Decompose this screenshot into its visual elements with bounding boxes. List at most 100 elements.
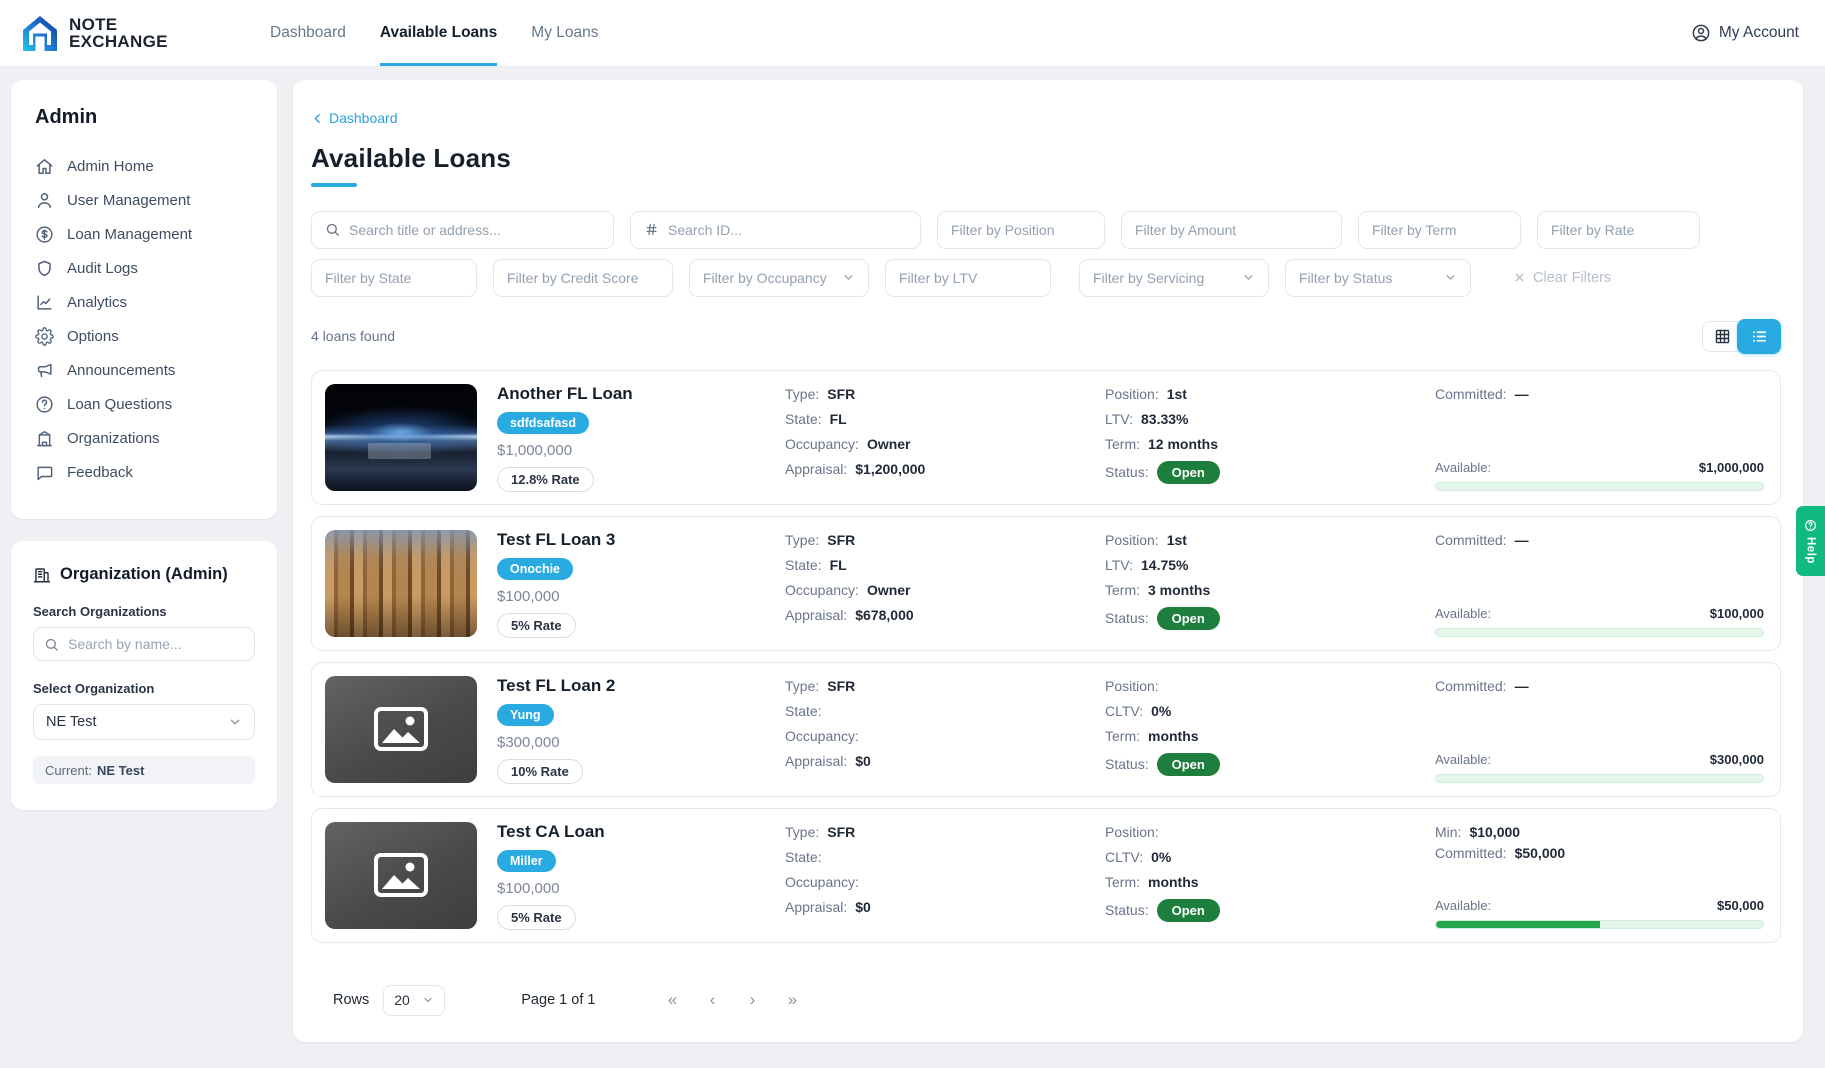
search-id-field[interactable] (630, 211, 921, 249)
nav-tab-available-loans[interactable]: Available Loans (380, 0, 497, 66)
clear-filters-button[interactable]: Clear Filters (1513, 259, 1611, 297)
loan-card[interactable]: Test FL Loan 3 Onochie $100,000 5% Rate … (311, 516, 1781, 651)
organization-search-field[interactable] (33, 627, 255, 661)
chevron-down-icon (422, 994, 434, 1006)
funding-progress-bar (1435, 920, 1764, 929)
grid-icon (1714, 328, 1731, 345)
search-organizations-label: Search Organizations (33, 604, 255, 619)
organization-search-input[interactable] (68, 636, 244, 652)
sidebar-item-audit-logs[interactable]: Audit Logs (35, 251, 253, 285)
loan-card[interactable]: Test CA Loan Miller $100,000 5% Rate Typ… (311, 808, 1781, 943)
loan-field: Committed:— (1435, 532, 1764, 548)
sidebar-item-options[interactable]: Options (35, 319, 253, 353)
loan-field: Occupancy:Owner (785, 436, 1085, 452)
sidebar-item-user-management[interactable]: User Management (35, 183, 253, 217)
loan-details: Type:SFRState:Occupancy:Appraisal:$0 (785, 822, 1085, 929)
available-value: $300,000 (1710, 752, 1764, 767)
loan-card[interactable]: Test FL Loan 2 Yung $300,000 10% Rate Ty… (311, 662, 1781, 797)
filter-credit-score-input[interactable] (507, 270, 659, 286)
first-page-button[interactable]: « (659, 987, 685, 1013)
search-icon (325, 222, 340, 237)
loan-amount: $1,000,000 (497, 442, 572, 459)
sidebar-item-label: Options (67, 328, 119, 345)
available-label: Available: (1435, 752, 1491, 767)
user-circle-icon (1691, 23, 1711, 43)
funding-progress-bar (1435, 628, 1764, 637)
search-title-field[interactable] (311, 211, 614, 249)
funding-progress-fill (1436, 921, 1600, 928)
filter-servicing-select[interactable]: Filter by Servicing (1079, 259, 1269, 297)
filter-rate-field[interactable] (1537, 211, 1700, 249)
brand-logo[interactable]: NOTE EXCHANGE (0, 0, 270, 66)
loan-rate-pill: 10% Rate (497, 759, 583, 784)
loan-terms: Position:CLTV:0%Term:months Status: Open (1105, 676, 1415, 783)
sidebar-item-loan-questions[interactable]: Loan Questions (35, 387, 253, 421)
committed-block: Committed:— (1435, 678, 1764, 699)
search-id-input[interactable] (668, 222, 907, 238)
last-page-button[interactable]: » (779, 987, 805, 1013)
loan-field: State:FL (785, 411, 1085, 427)
filter-ltv-field[interactable] (885, 259, 1051, 297)
filter-rate-input[interactable] (1551, 222, 1686, 238)
filter-state-field[interactable] (311, 259, 477, 297)
next-page-button[interactable]: › (739, 987, 765, 1013)
loan-image (325, 676, 477, 783)
breadcrumb[interactable]: Dashboard (311, 110, 398, 126)
filter-term-field[interactable] (1358, 211, 1521, 249)
nav-tab-dashboard[interactable]: Dashboard (270, 0, 346, 66)
filter-amount-input[interactable] (1135, 222, 1328, 238)
list-view-button[interactable] (1737, 319, 1781, 354)
sidebar-item-label: Loan Management (67, 226, 192, 243)
admin-menu-card: Admin Admin HomeUser Management Loan Mana… (11, 80, 277, 519)
question-circle-icon (35, 395, 54, 414)
previous-page-button[interactable]: ‹ (699, 987, 725, 1013)
home-icon (35, 157, 54, 176)
status-badge: Open (1157, 899, 1220, 922)
organization-select[interactable]: NE Test (33, 704, 255, 740)
loan-rate-pill: 5% Rate (497, 905, 576, 930)
sidebar-item-announcements[interactable]: Announcements (35, 353, 253, 387)
chat-icon (35, 463, 54, 482)
loan-title: Test FL Loan 2 (497, 676, 615, 696)
pager-buttons: « ‹ › » (659, 987, 805, 1013)
my-account-button[interactable]: My Account (1691, 0, 1825, 66)
brand-name: NOTE EXCHANGE (69, 16, 168, 51)
loan-field: Type:SFR (785, 824, 1085, 840)
committed-block: Committed:— (1435, 532, 1764, 553)
sidebar-item-admin-home[interactable]: Admin Home (35, 149, 253, 183)
filter-amount-field[interactable] (1121, 211, 1342, 249)
chevron-down-icon (228, 715, 242, 729)
filter-position-input[interactable] (951, 222, 1091, 238)
rows-per-page-select[interactable]: 20 (383, 985, 445, 1016)
sidebar-item-feedback[interactable]: Feedback (35, 455, 253, 489)
sidebar-item-organizations[interactable]: Organizations (35, 421, 253, 455)
loan-card[interactable]: Another FL Loan sdfdsafasd $1,000,000 12… (311, 370, 1781, 505)
loan-field: Appraisal:$678,000 (785, 607, 1085, 623)
loan-field: Term:months (1105, 728, 1415, 744)
loan-field: Appraisal:$0 (785, 753, 1085, 769)
loan-summary: Test CA Loan Miller $100,000 5% Rate (497, 822, 765, 929)
loan-image (325, 384, 477, 491)
filter-term-input[interactable] (1372, 222, 1507, 238)
filter-occupancy-select[interactable]: Filter by Occupancy (689, 259, 869, 297)
filter-credit-score-field[interactable] (493, 259, 673, 297)
sidebar-item-analytics[interactable]: Analytics (35, 285, 253, 319)
filter-ltv-input[interactable] (899, 270, 1037, 286)
loan-funding: Committed:— Available: $100,000 (1435, 530, 1764, 637)
grid-view-button[interactable] (1702, 321, 1742, 352)
hash-icon (644, 222, 659, 237)
search-title-input[interactable] (349, 222, 600, 238)
loan-field: LTV:14.75% (1105, 557, 1415, 573)
filter-position-field[interactable] (937, 211, 1105, 249)
loan-details: Type:SFRState:FLOccupancy:OwnerAppraisal… (785, 384, 1085, 491)
help-button[interactable]: Help (1796, 506, 1825, 576)
page-indicator: Page 1 of 1 (521, 992, 595, 1008)
filter-state-input[interactable] (325, 270, 463, 286)
sidebar-item-label: Analytics (67, 294, 127, 311)
available-block: Available: $50,000 (1435, 898, 1764, 929)
nav-tab-my-loans[interactable]: My Loans (531, 0, 598, 66)
filter-status-select[interactable]: Filter by Status (1285, 259, 1471, 297)
sidebar-item-label: Loan Questions (67, 396, 172, 413)
sidebar-item-loan-management[interactable]: Loan Management (35, 217, 253, 251)
admin-section-title: Admin (35, 106, 253, 129)
